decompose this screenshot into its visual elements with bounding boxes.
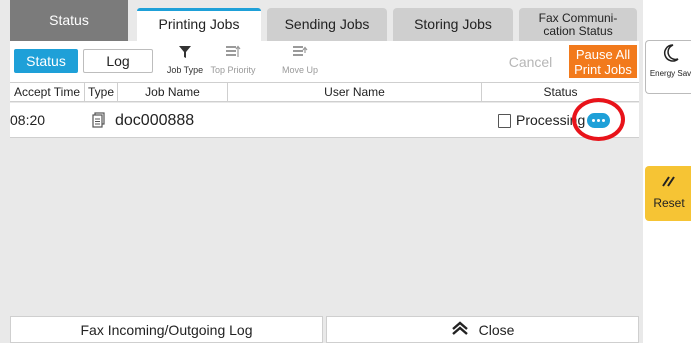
status-view-button[interactable]: Status bbox=[14, 49, 78, 73]
log-view-button[interactable]: Log bbox=[83, 49, 153, 73]
pause-all-print-jobs-button[interactable]: Pause All Print Jobs bbox=[569, 45, 637, 78]
tab-status[interactable]: Status bbox=[10, 0, 128, 41]
document-icon bbox=[92, 112, 106, 128]
energy-saver-label: Energy Sav bbox=[649, 69, 691, 78]
reset-button[interactable]: Reset bbox=[645, 166, 691, 221]
job-table-header: Accept Time Type Job Name User Name Stat… bbox=[10, 82, 639, 102]
energy-saver-button[interactable]: Energy Sav bbox=[645, 40, 691, 94]
move-up-label: Move Up bbox=[281, 65, 318, 75]
double-chevron-up-icon bbox=[451, 321, 469, 338]
table-row[interactable]: 08:20 doc000888 Processing bbox=[10, 103, 639, 138]
top-priority-button[interactable]: Top Priority bbox=[203, 45, 263, 79]
move-up-icon bbox=[270, 45, 330, 65]
accept-time-cell: 08:20 bbox=[10, 112, 46, 128]
column-user-name[interactable]: User Name bbox=[228, 83, 482, 101]
highlight-circle bbox=[572, 98, 625, 141]
moon-icon bbox=[646, 43, 691, 69]
fax-log-label: Fax Incoming/Outgoing Log bbox=[80, 321, 253, 338]
fax-log-button[interactable]: Fax Incoming/Outgoing Log bbox=[10, 316, 323, 343]
job-select-checkbox[interactable] bbox=[498, 114, 511, 128]
top-priority-icon bbox=[203, 45, 263, 65]
tab-printing-jobs[interactable]: Printing Jobs bbox=[137, 8, 261, 41]
column-type[interactable]: Type bbox=[85, 83, 118, 101]
close-button[interactable]: Close bbox=[326, 316, 639, 343]
column-status[interactable]: Status bbox=[482, 83, 639, 101]
reset-label: Reset bbox=[653, 196, 685, 210]
cancel-button[interactable]: Cancel bbox=[495, 49, 566, 75]
move-up-button[interactable]: Move Up bbox=[270, 45, 330, 79]
job-type-label: Job Type bbox=[166, 65, 204, 75]
column-accept-time[interactable]: Accept Time bbox=[10, 83, 85, 101]
close-label: Close bbox=[478, 321, 515, 338]
tab-fax-communication-status[interactable]: Fax Communi- cation Status bbox=[519, 8, 637, 41]
job-name-cell: doc000888 bbox=[115, 112, 195, 129]
tab-storing-jobs[interactable]: Storing Jobs bbox=[393, 8, 513, 41]
active-tab-indicator bbox=[137, 8, 261, 11]
top-priority-label: Top Priority bbox=[210, 65, 256, 75]
tab-sending-jobs[interactable]: Sending Jobs bbox=[267, 8, 387, 41]
reset-icon bbox=[645, 168, 691, 196]
column-job-name[interactable]: Job Name bbox=[118, 83, 228, 101]
